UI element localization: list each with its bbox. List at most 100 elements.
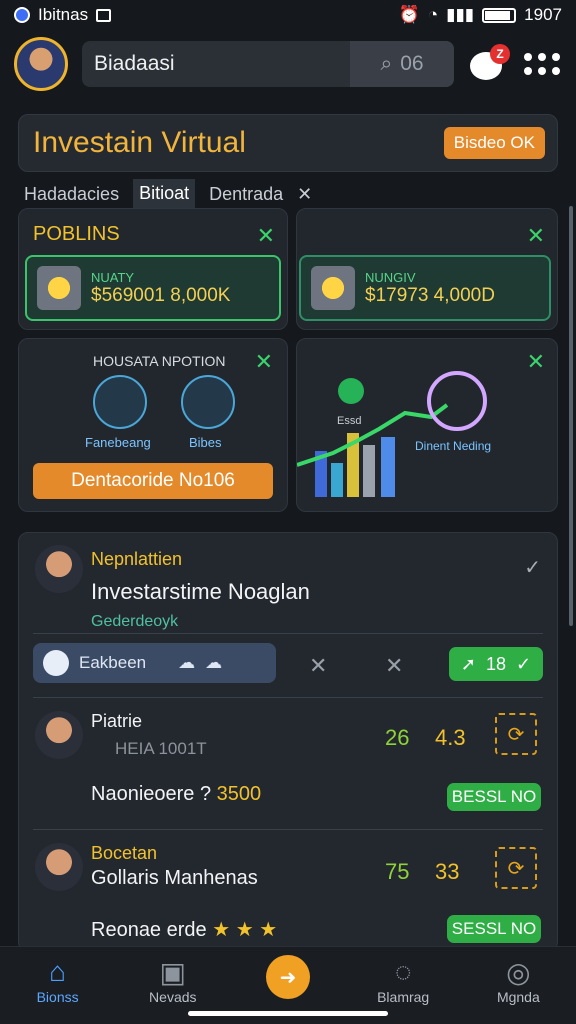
nav-home[interactable]: ⌂ Bionss <box>12 955 104 1005</box>
check-icon[interactable]: ✓ <box>524 555 541 580</box>
rating-icons: ★ ★ ★ <box>212 919 278 941</box>
votes-pill[interactable]: ➚ 18 ✓ <box>449 647 543 681</box>
metric-1: 26 <box>385 725 410 750</box>
amount-row: Reonae erde ★ ★ ★ <box>91 917 277 942</box>
alarm-icon: ⏰ <box>398 5 420 24</box>
features-title: HOUSATA NPOTION <box>93 353 226 369</box>
star-icon[interactable]: ✕ <box>385 653 403 679</box>
monitor-icon[interactable] <box>181 375 235 429</box>
like-icon[interactable]: ☁ <box>178 653 195 673</box>
post-action-bar[interactable]: Eakbeen ☁ ☁ <box>33 643 276 683</box>
votes-count: 18 <box>485 653 507 674</box>
post-meta: HEIA 1001T <box>115 739 207 758</box>
refresh-icon[interactable]: ⟳ <box>495 847 537 889</box>
center-action-icon: ➜ <box>265 955 310 999</box>
search-icon: ⌕ <box>380 52 393 75</box>
lightbulb-icon <box>311 266 355 310</box>
scrollbar[interactable] <box>569 206 573 626</box>
home-indicator <box>188 1011 388 1016</box>
user-avatar[interactable] <box>35 545 83 593</box>
feed-list: Nepnlattien ✓ Investarstime Noaglan Gede… <box>18 532 558 952</box>
status-bar: Ibitnas ⏰ ◔ ▮▮▮ 1907 <box>0 0 576 30</box>
nav-profile[interactable]: ◎ Mgnda <box>472 955 564 1006</box>
nav-messages[interactable]: ◌ Blamrag <box>357 955 449 1005</box>
message-icon: ◌ <box>394 956 412 987</box>
comment-icon[interactable]: ☁ <box>205 653 222 673</box>
status-tag[interactable]: SESSL NO <box>447 915 541 943</box>
features-card: HOUSATA NPOTION ✕ Fanebeang Bibes Dentac… <box>18 338 288 512</box>
stat-value: $569001 8,000K <box>91 284 231 306</box>
growth-label-1: Essd <box>337 415 362 427</box>
growth-card: ✕ Essd Dinent Neding <box>296 338 558 512</box>
refresh-icon[interactable]: ⟳ <box>495 713 537 755</box>
search-button[interactable]: ⌕ 06 <box>350 41 454 87</box>
dismiss-icon[interactable]: ✕ <box>309 653 327 679</box>
divider <box>33 697 543 698</box>
nav-label: Mgnda <box>496 989 540 1005</box>
nav-label: Bionss <box>36 989 79 1005</box>
divider <box>33 829 543 830</box>
points-card-title: POBLINS <box>33 223 120 245</box>
close-icon[interactable]: ✕ <box>255 349 273 375</box>
profile-avatar[interactable] <box>14 37 68 91</box>
points-stat-right: NUNGIV $17973 4,000D <box>299 255 551 321</box>
user-fullname: Gollaris Manhenas <box>91 867 258 889</box>
more-menu-icon[interactable] <box>522 44 562 84</box>
metric-2: 33 <box>435 859 460 884</box>
coin-icon <box>37 266 81 310</box>
top-bar: Biadaasi ⌕ 06 Z <box>0 32 576 96</box>
feature-label-2: Bibes <box>189 435 222 450</box>
profile-icon: ◎ <box>506 956 531 988</box>
amount-label: Reonae erde <box>91 919 207 941</box>
close-icon[interactable]: ✕ <box>257 223 275 249</box>
user-name[interactable]: Nepnlattien <box>91 549 182 570</box>
user-name[interactable]: Piatrie <box>91 711 142 732</box>
amount-label: Naonieoere ? <box>91 783 212 805</box>
post-subtitle: Gederdeoyk <box>91 613 179 630</box>
points-card-left: POBLINS ✕ NUATY $569001 8,000K <box>18 208 288 330</box>
points-stat-left: NUATY $569001 8,000K <box>25 255 281 321</box>
hero-banner: Investain Virtual Bisdeo OK <box>18 114 558 172</box>
check-icon: ✓ <box>516 653 532 674</box>
stat-label: NUNGIV <box>365 269 416 285</box>
clock: 1907 <box>524 5 562 24</box>
tab-3[interactable]: Dentrada <box>203 180 289 209</box>
divider <box>33 633 543 634</box>
nav-center[interactable]: ➜ <box>242 955 334 999</box>
crystal-icon[interactable] <box>93 375 147 429</box>
user-avatar[interactable] <box>35 843 83 891</box>
features-action-button[interactable]: Dentacoride No106 <box>33 463 273 499</box>
action-label: Eakbeen <box>79 653 147 672</box>
status-tag[interactable]: BESSL NO <box>447 783 541 811</box>
close-tab-icon[interactable]: ✕ <box>297 184 312 205</box>
amount-value: 3500 <box>216 783 262 805</box>
chat-button[interactable]: Z <box>468 44 510 84</box>
tab-2[interactable]: Bitioat <box>133 178 196 210</box>
bolt-icon: ➚ <box>460 653 476 674</box>
tab-strip: Hadadacies Bitioat Dentrada ✕ <box>18 178 558 210</box>
wifi-icon: ◔ <box>427 5 439 24</box>
feature-label-1: Fanebeang <box>85 435 151 450</box>
carrier: Ibitnas <box>38 5 89 24</box>
search-input[interactable]: Biadaasi <box>82 52 350 76</box>
growth-label-2: Dinent Neding <box>415 439 492 453</box>
post-headline: Investarstime Noaglan <box>91 579 310 604</box>
metric-1: 75 <box>385 859 410 884</box>
nav-label: Blamrag <box>377 989 430 1005</box>
amount-row: Naonieoere ? 3500 <box>91 783 261 806</box>
metric-2: 4.3 <box>435 725 466 750</box>
points-card-right: ✕ NUNGIV $17973 4,000D <box>296 208 558 330</box>
nav-news[interactable]: ▣ Nevads <box>127 955 219 1006</box>
home-icon: ⌂ <box>49 956 67 987</box>
stat-label: NUATY <box>91 269 135 285</box>
close-icon[interactable]: ✕ <box>527 223 545 249</box>
search-bar[interactable]: Biadaasi ⌕ 06 <box>82 41 454 87</box>
hero-title: Investain Virtual <box>33 126 246 159</box>
sim-icon <box>96 8 112 22</box>
notification-badge: Z <box>490 44 510 64</box>
hero-badge-button[interactable]: Bisdeo OK <box>443 127 545 159</box>
user-name[interactable]: Bocetan <box>91 843 157 864</box>
user-avatar[interactable] <box>35 711 83 759</box>
tab-1[interactable]: Hadadacies <box>18 180 125 209</box>
stat-value: $17973 4,000D <box>365 284 495 306</box>
